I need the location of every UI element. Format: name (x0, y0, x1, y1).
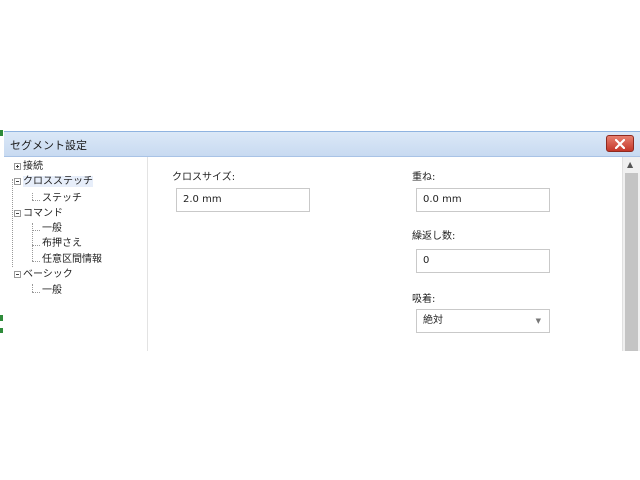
collapse-icon[interactable] (14, 177, 21, 185)
tree-connector (12, 179, 13, 267)
close-button[interactable] (606, 135, 634, 152)
segment-settings-dialog: セグメント設定 接続 クロスステッチ ステッチ コマンド 一般 布押さえ 任意区… (4, 131, 640, 351)
tree-node-label: 接続 (23, 161, 43, 172)
expand-icon[interactable] (14, 162, 21, 170)
overlap-input[interactable]: 0.0 mm (416, 188, 550, 212)
scrollbar-thumb[interactable] (625, 173, 638, 351)
vertical-scrollbar[interactable]: ▲ (622, 157, 640, 351)
tree-node-general[interactable]: 一般 (42, 222, 62, 236)
tree-node-label: 一般 (42, 223, 62, 234)
tree-connector (32, 245, 40, 246)
scroll-up-icon[interactable]: ▲ (627, 160, 633, 169)
chevron-down-icon: ▼ (535, 317, 541, 325)
tree-node-label: ステッチ (42, 193, 82, 204)
cross-size-label: クロスサイズ: (172, 172, 236, 183)
tree-node-stitch[interactable]: ステッチ (42, 192, 82, 206)
snap-label: 吸着: (412, 294, 436, 305)
title-bar[interactable]: セグメント設定 (4, 132, 640, 157)
tree-connector (32, 200, 40, 201)
tree-node-basic-general[interactable]: 一般 (42, 284, 62, 298)
snap-select[interactable]: 絶対 ▼ (416, 309, 550, 333)
snap-selected-value: 絶対 (423, 315, 443, 326)
tree-connector (32, 230, 40, 231)
tree-node-command[interactable]: コマンド (14, 207, 63, 221)
tree-node-label: コマンド (23, 208, 63, 219)
tree-node-label: 布押さえ (42, 238, 82, 249)
tree-connector (32, 193, 33, 200)
tree-node-label: 任意区間情報 (42, 254, 102, 265)
tree-node-connection[interactable]: 接続 (14, 160, 43, 174)
tree-node-label: 一般 (42, 285, 62, 296)
tree-node-presser-foot[interactable]: 布押さえ (42, 237, 82, 251)
tree-node-label: クロスステッチ (23, 176, 93, 187)
tree-node-label: ベーシック (23, 269, 73, 280)
tree-node-cross-stitch[interactable]: クロスステッチ (14, 175, 93, 189)
tree-node-section-info[interactable]: 任意区間情報 (42, 253, 102, 267)
overlap-label: 重ね: (412, 172, 436, 183)
repeat-count-label: 繰返し数: (412, 231, 456, 242)
repeat-count-input[interactable]: 0 (416, 249, 550, 273)
tree-connector (32, 261, 40, 262)
cross-size-input[interactable]: 2.0 mm (176, 188, 310, 212)
settings-tree: 接続 クロスステッチ ステッチ コマンド 一般 布押さえ 任意区間情報 ベーシッ… (4, 157, 148, 351)
settings-panel: クロスサイズ: 2.0 mm 重ね: 0.0 mm 繰返し数: 0 吸着: 絶対… (148, 157, 622, 351)
tree-connector (32, 223, 33, 261)
tree-connector (32, 292, 40, 293)
tree-connector (32, 284, 33, 292)
collapse-icon[interactable] (14, 209, 21, 217)
tree-node-basic[interactable]: ベーシック (14, 268, 73, 282)
window-title: セグメント設定 (10, 139, 87, 152)
collapse-icon[interactable] (14, 270, 21, 278)
close-icon (615, 138, 625, 149)
